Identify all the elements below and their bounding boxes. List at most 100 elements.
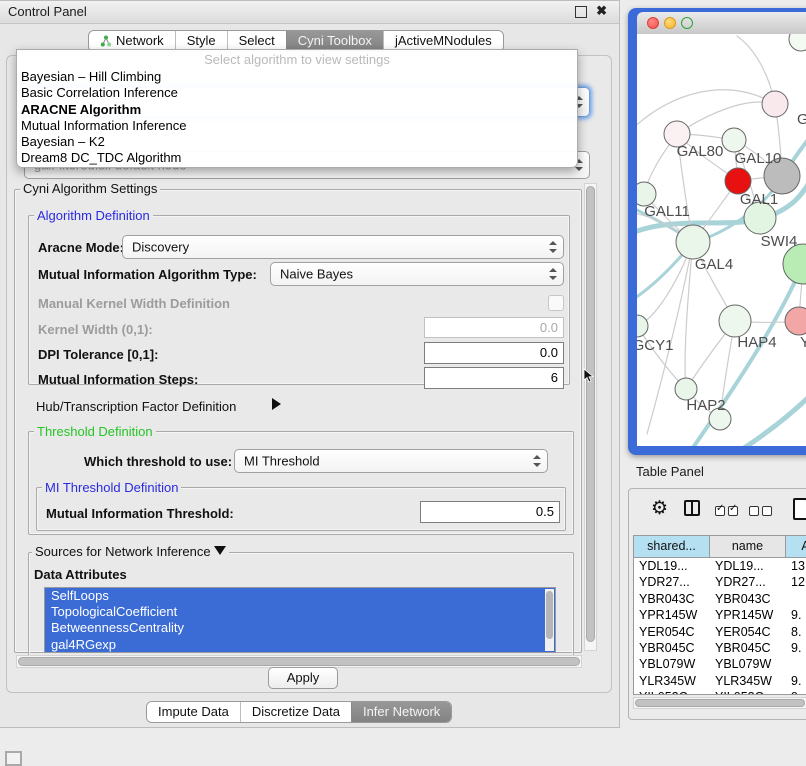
hide-columns-icon[interactable] <box>749 503 775 521</box>
attributes-vertical-scrollbar[interactable] <box>545 589 554 651</box>
gear-icon[interactable]: ⚙ <box>651 497 668 520</box>
algorithm-option-dream8-dc-tdc-algorithm[interactable]: Dream8 DC_TDC Algorithm <box>17 150 577 166</box>
table-cell: YBR045C <box>710 640 786 656</box>
tab-network[interactable]: Network <box>89 31 175 51</box>
attribute-item-betweennesscentrality[interactable]: BetweennessCentrality <box>45 620 555 636</box>
table-cell: 9. <box>786 607 806 623</box>
table-row[interactable]: YBR043CYBR043C <box>634 591 806 607</box>
tab-discretize-data[interactable]: Discretize Data <box>240 702 351 722</box>
dpi-tolerance-field[interactable]: 0.0 <box>424 342 564 364</box>
mi-threshold-field[interactable]: 0.5 <box>420 501 560 523</box>
network-node[interactable] <box>762 91 788 117</box>
table-horizontal-scrollbar[interactable] <box>633 697 806 709</box>
tab-cyni-toolbox[interactable]: Cyni Toolbox <box>286 31 383 51</box>
tab-infer-network[interactable]: Infer Network <box>351 702 451 722</box>
cyni-bottom-tabs: Impute Data Discretize Data Infer Network <box>146 701 452 723</box>
table-cell: 9 <box>786 689 806 695</box>
network-canvas[interactable]: GALGAL80GAL10GAL1GAL11SWI4GAL4GCY1HAP4YH… <box>637 34 806 446</box>
window-close-icon[interactable] <box>647 17 659 29</box>
collapse-section-icon[interactable] <box>214 546 226 555</box>
network-window-titlebar[interactable] <box>637 12 806 35</box>
kernel-width-field[interactable]: 0.0 <box>424 317 564 338</box>
table-cell: YDL19... <box>634 558 710 574</box>
tab-label: Cyni Toolbox <box>298 31 372 51</box>
table-row[interactable]: YDR27...YDR27...12 <box>634 574 806 590</box>
network-node[interactable] <box>719 305 751 337</box>
tab-select[interactable]: Select <box>227 31 286 51</box>
combo-spinner-icon <box>549 268 556 280</box>
kernel-width-label: Kernel Width (0,1): <box>38 322 153 337</box>
float-window-icon[interactable] <box>575 6 587 18</box>
window-zoom-icon[interactable] <box>681 17 693 29</box>
mouse-cursor-icon <box>583 368 595 384</box>
algorithm-option-aracne-algorithm[interactable]: ARACNE Algorithm <box>17 102 577 118</box>
tab-impute-data[interactable]: Impute Data <box>147 702 240 722</box>
tab-jactivemnodules[interactable]: jActiveMNodules <box>383 31 503 51</box>
combo-spinner-icon <box>533 455 540 467</box>
table-cell: YBR045C <box>634 640 710 656</box>
table-row[interactable]: YPR145WYPR145W9. <box>634 607 806 623</box>
mi-type-combobox[interactable]: Naive Bayes <box>270 262 564 286</box>
column-header-shared[interactable]: shared... <box>634 536 710 557</box>
network-icon <box>100 35 112 47</box>
node-label-gal11: GAL11 <box>644 203 690 220</box>
node-label-gal4: GAL4 <box>695 256 733 273</box>
attribute-item-gal4rgexp[interactable]: gal4RGexp <box>45 637 555 653</box>
show-checked-columns-icon[interactable] <box>715 503 741 521</box>
dock-grip-icon[interactable] <box>5 751 22 766</box>
network-node[interactable] <box>789 34 806 51</box>
network-node[interactable] <box>783 244 806 284</box>
tab-label: Discretize Data <box>252 702 340 722</box>
which-threshold-label: Which threshold to use: <box>84 454 232 469</box>
mi-steps-field[interactable]: 6 <box>424 367 564 389</box>
table-row[interactable]: YIL052CYIL052C9 <box>634 689 806 695</box>
table-row[interactable]: YBL079WYBL079W <box>634 656 806 672</box>
table-row[interactable]: YBR045CYBR045C9. <box>634 640 806 656</box>
dpi-tolerance-label: DPI Tolerance [0,1]: <box>38 347 158 362</box>
algorithm-option-bayesian-hill-climbing[interactable]: Bayesian – Hill Climbing <box>17 69 577 85</box>
table-row[interactable]: YLR345WYLR345W9. <box>634 673 806 689</box>
attribute-item-topologicalcoefficient[interactable]: TopologicalCoefficient <box>45 604 555 620</box>
table-cell: YER054C <box>634 624 710 640</box>
table-cell: YBR043C <box>634 591 710 607</box>
algorithm-dropdown-list: Select algorithm to view settings Bayesi… <box>16 49 578 168</box>
which-threshold-combobox[interactable]: MI Threshold <box>234 449 548 473</box>
node-label-gcy1: GCY1 <box>637 337 673 354</box>
table-cell: YDR27... <box>710 574 786 590</box>
attribute-item-selfloops[interactable]: SelfLoops <box>45 588 555 604</box>
node-attribute-table[interactable]: shared...nameA YDL19...YDL19...13YDR27..… <box>633 535 806 695</box>
table-row[interactable]: YDL19...YDL19...13 <box>634 558 806 574</box>
tab-style[interactable]: Style <box>175 31 227 51</box>
manual-kernel-checkbox[interactable] <box>548 295 564 311</box>
settings-vertical-scrollbar[interactable] <box>584 183 597 651</box>
table-cell: YBL079W <box>634 656 710 672</box>
network-node[interactable] <box>785 307 806 335</box>
table-cell: YPR145W <box>634 607 710 623</box>
tab-label: Impute Data <box>158 702 229 722</box>
table-row[interactable]: YER054CYER054C8. <box>634 624 806 640</box>
column-header-name[interactable]: name <box>710 536 786 557</box>
columns-icon[interactable] <box>684 500 700 516</box>
algorithm-option-basic-correlation-inference[interactable]: Basic Correlation Inference <box>17 85 577 101</box>
tab-label: Select <box>239 31 275 51</box>
control-panel-titlebar: Control Panel ✖ <box>0 1 619 24</box>
aracne-mode-combobox[interactable]: Discovery <box>122 235 564 259</box>
apply-button[interactable]: Apply <box>268 667 338 689</box>
algorithm-option-mutual-information-inference[interactable]: Mutual Information Inference <box>17 118 577 134</box>
data-attributes-list[interactable]: SelfLoopsTopologicalCoefficientBetweenne… <box>44 587 556 653</box>
network-node[interactable] <box>637 315 648 337</box>
table-cell: 9. <box>786 673 806 689</box>
expand-section-icon[interactable] <box>272 398 281 410</box>
window-minimize-icon[interactable] <box>664 17 676 29</box>
close-panel-icon[interactable]: ✖ <box>596 3 607 19</box>
algorithm-option-bayesian-k2[interactable]: Bayesian – K2 <box>17 134 577 150</box>
network-node[interactable] <box>676 225 710 259</box>
mi-threshold-group-title: MI Threshold Definition <box>42 480 181 495</box>
column-header-a[interactable]: A <box>786 536 806 557</box>
algorithm-dropdown-prompt: Select algorithm to view settings <box>17 51 577 69</box>
network-graph: GALGAL80GAL10GAL1GAL11SWI4GAL4GCY1HAP4YH… <box>637 34 806 446</box>
table-cell: YPR145W <box>710 607 786 623</box>
document-icon[interactable] <box>793 498 806 520</box>
network-node[interactable] <box>722 128 746 152</box>
sources-group-title-text: Sources for Network Inference <box>35 544 211 559</box>
